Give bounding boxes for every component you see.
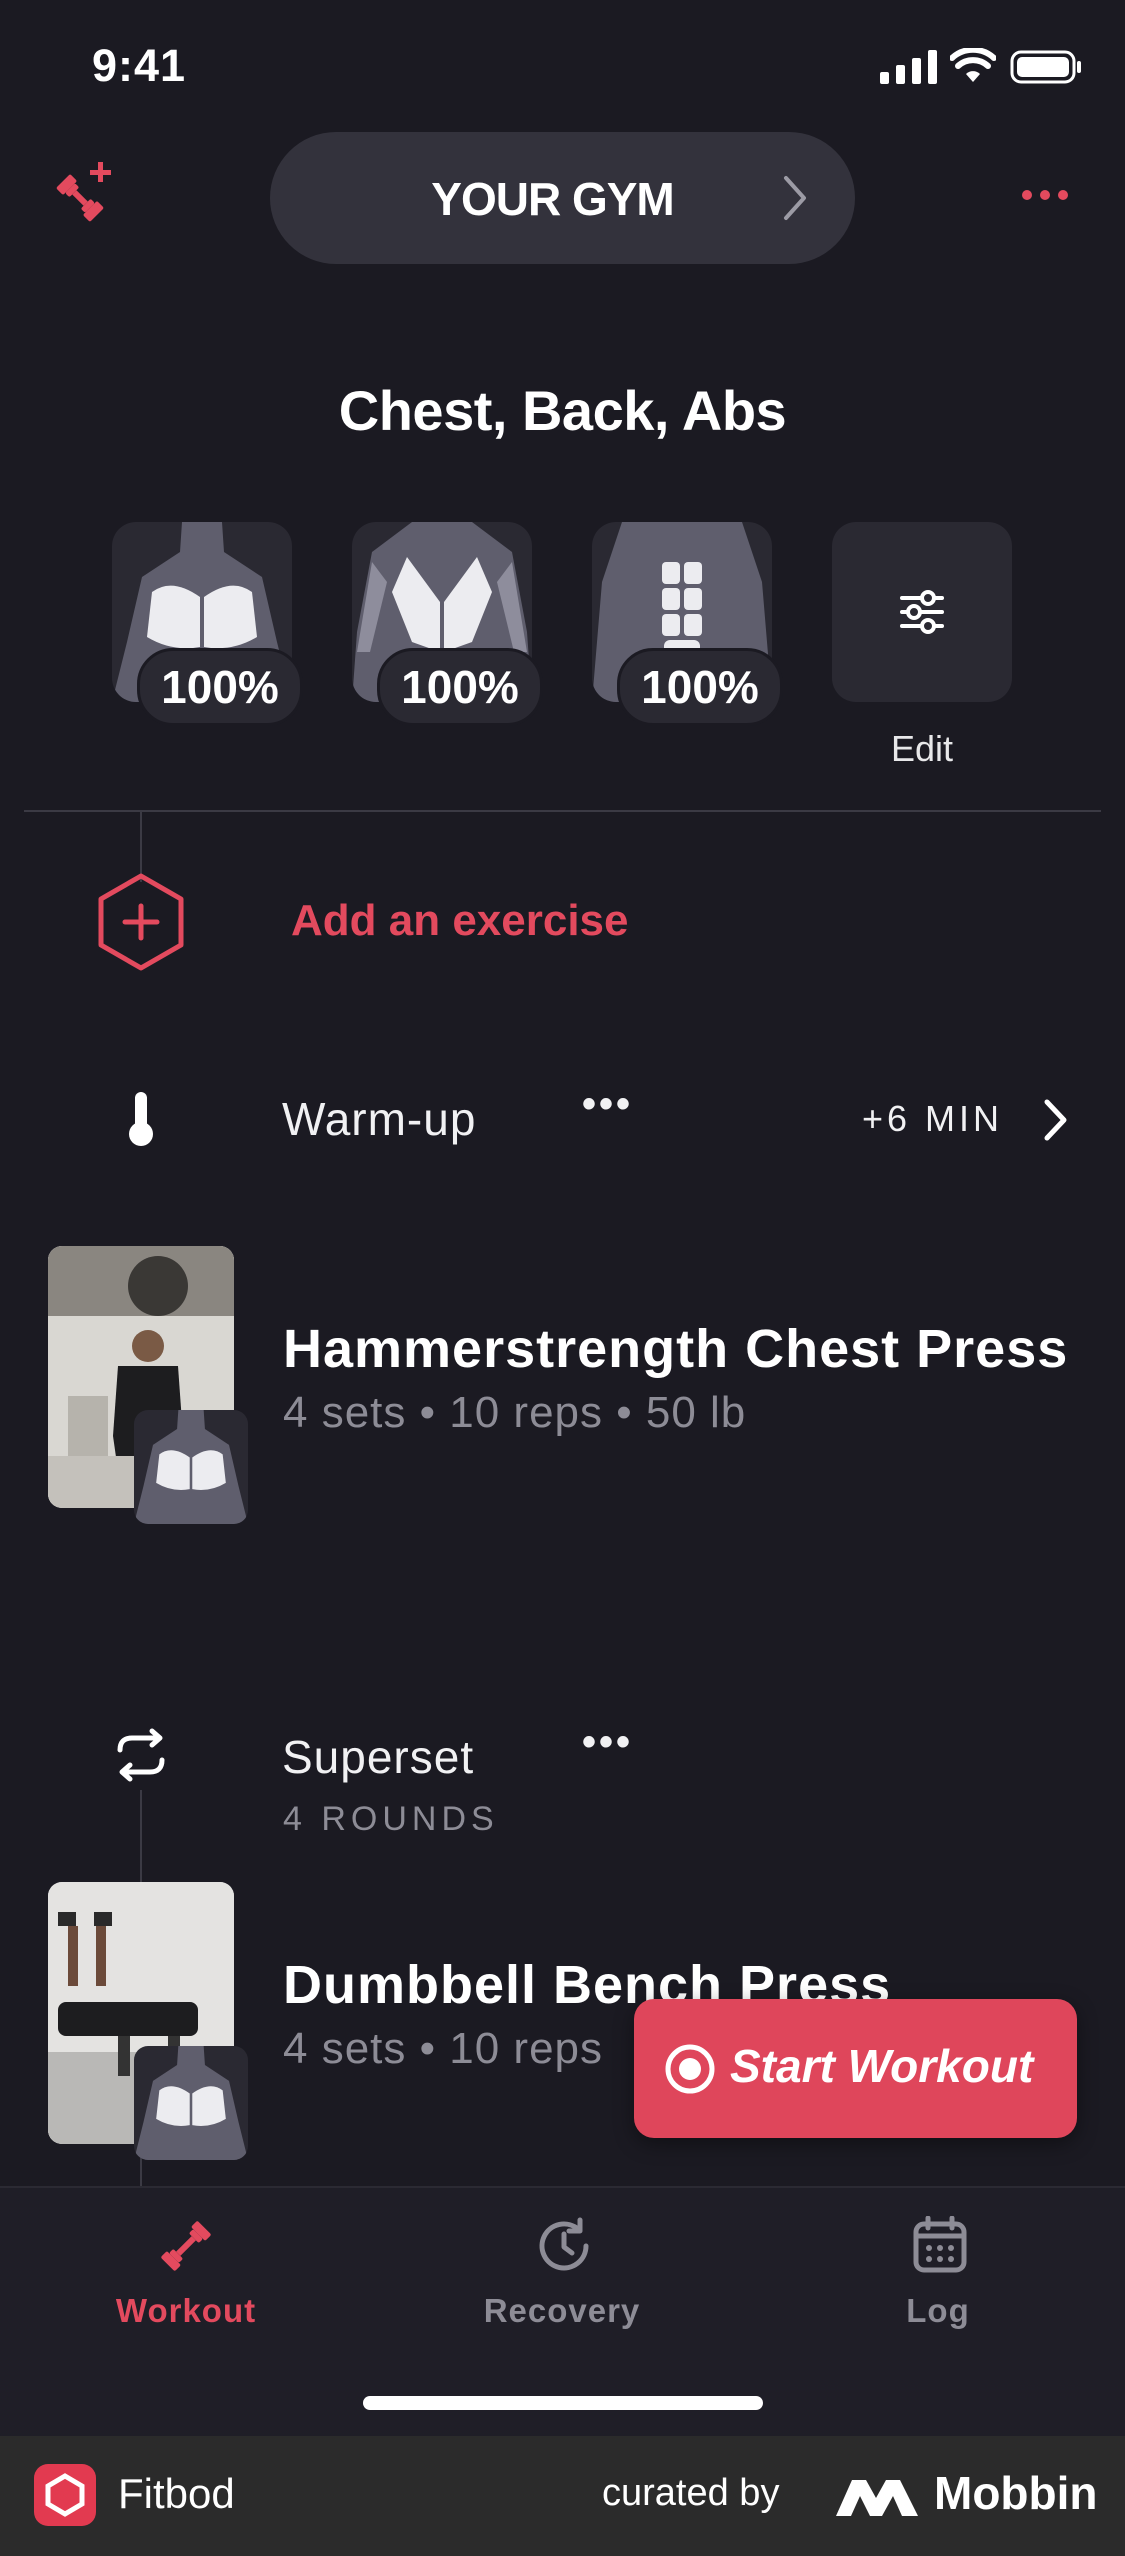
sliders-icon [900,590,944,634]
more-options-icon[interactable] [1020,188,1070,202]
muscle-percent-chest: 100% [137,648,303,726]
wifi-icon [950,48,996,82]
superset-label[interactable]: Superset [282,1730,474,1784]
thermometer-icon [129,1092,153,1146]
recovery-clock-icon [539,2217,589,2271]
start-workout-button[interactable]: Start Workout [634,1999,1077,2138]
chest-muscle-icon [134,2046,248,2160]
gym-selector-button[interactable]: YOUR GYM [270,132,855,264]
tab-log[interactable]: Log [788,2188,1088,2348]
brand-name: Mobbin [934,2467,1098,2519]
app-name: Fitbod [118,2470,235,2517]
tab-label: Workout [115,2292,257,2329]
add-exercise-icon[interactable] [96,872,186,972]
workout-title: Chest, Back, Abs [338,379,787,442]
tab-workout[interactable]: Workout [36,2188,336,2348]
superset-rounds: 4 ROUNDS [283,1800,499,1838]
divider [24,810,1101,812]
exercise-meta: 4 sets • 10 reps • 50 lb [283,1388,747,1437]
dumbbell-icon [161,2221,211,2271]
chest-muscle-badge [134,1410,248,1524]
muscle-percent-abs: 100% [617,648,783,726]
chevron-right-icon [784,176,806,220]
cellular-signal-icon [880,50,937,84]
superset-more-icon[interactable]: ••• [582,1720,633,1765]
edit-label: Edit [890,728,954,769]
battery-icon [1010,50,1081,84]
exercise-meta: 4 sets • 10 reps [283,2024,604,2073]
fitbod-logo-icon [34,2464,96,2526]
start-workout-label: Start Workout [730,2040,1034,2092]
warmup-duration[interactable]: +6 MIN [862,1098,1003,1140]
exercise-name[interactable]: Hammerstrength Chest Press [283,1318,1068,1380]
curated-by-label: curated by [602,2472,780,2514]
warmup-label[interactable]: Warm-up [282,1092,476,1146]
edit-muscles-button[interactable] [832,522,1012,702]
record-icon [665,2044,715,2094]
tab-label: Recovery [483,2292,641,2329]
footer-bar: Fitbod curated by Mobbin [0,2436,1125,2556]
superset-repeat-icon [117,1728,165,1782]
tab-recovery[interactable]: Recovery [412,2188,712,2348]
status-time: 9:41 [92,40,187,91]
calendar-icon [913,2216,967,2273]
add-equipment-icon[interactable] [52,160,118,226]
mobbin-logo-icon [836,2480,918,2516]
muscle-percent-back: 100% [377,648,543,726]
tab-label: Log [906,2292,970,2329]
gym-label: YOUR GYM [431,173,674,225]
add-exercise-button[interactable]: Add an exercise [291,896,629,946]
warmup-more-icon[interactable]: ••• [582,1082,633,1127]
chevron-right-icon[interactable] [1042,1098,1070,1142]
chest-muscle-badge [134,2046,248,2160]
home-indicator [363,2396,763,2410]
chest-muscle-icon [134,1410,248,1524]
